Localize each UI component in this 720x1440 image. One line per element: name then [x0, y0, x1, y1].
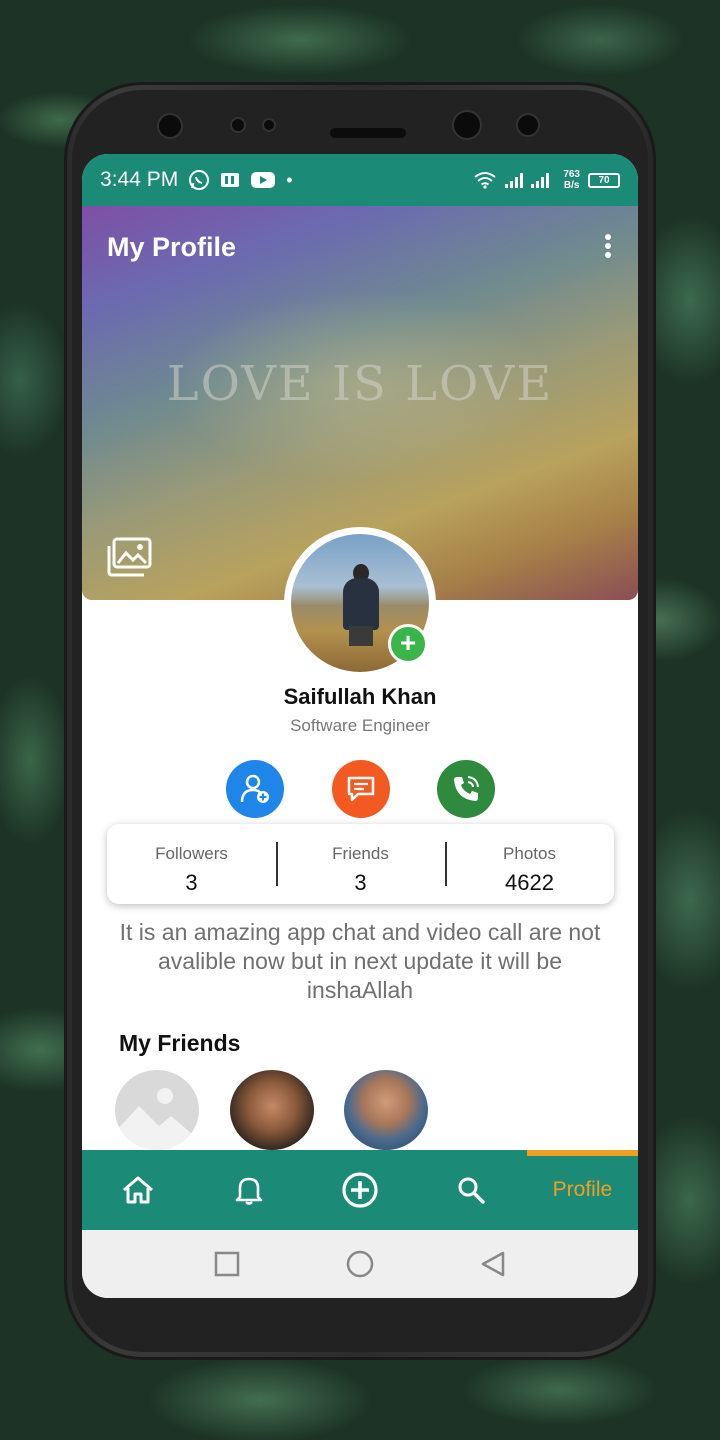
add-photo-button[interactable]: +	[388, 624, 428, 664]
change-cover-icon[interactable]	[106, 536, 154, 578]
stat-friends[interactable]: Friends 3	[276, 824, 445, 904]
stat-photos[interactable]: Photos 4622	[445, 824, 614, 904]
system-navigation-bar	[82, 1230, 638, 1298]
dot-icon: •	[286, 169, 293, 190]
profile-role: Software Engineer	[290, 716, 430, 735]
nav-add[interactable]	[304, 1150, 415, 1230]
page-title: My Profile	[107, 232, 237, 262]
front-sensor	[264, 120, 274, 130]
back-icon[interactable]	[480, 1250, 506, 1278]
bell-icon	[235, 1177, 263, 1205]
home-icon	[122, 1176, 153, 1204]
stat-value: 3	[354, 870, 367, 895]
app-screen: 3:44 PM • 763 B/s 70 My Profile LOVE IS …	[82, 154, 638, 1298]
network-speed: 763 B/s	[563, 169, 580, 191]
front-sensor	[232, 119, 244, 131]
profile-bio: It is an amazing app chat and video call…	[119, 919, 601, 1003]
earpiece-speaker	[330, 128, 406, 138]
home-circle-icon[interactable]	[345, 1249, 375, 1279]
nav-profile[interactable]: Profile	[526, 1150, 638, 1230]
phone-icon	[454, 776, 479, 801]
wifi-icon	[474, 172, 496, 189]
status-time: 3:44 PM	[100, 168, 179, 191]
cover-image-text: LOVE IS LOVE	[166, 356, 554, 412]
stat-label: Photos	[503, 844, 556, 863]
youtube-icon	[251, 172, 276, 188]
nav-profile-label: Profile	[552, 1178, 613, 1201]
chat-icon	[347, 776, 375, 802]
stat-label: Friends	[332, 844, 389, 863]
friend-avatar-placeholder[interactable]	[115, 1070, 199, 1150]
search-icon	[458, 1177, 485, 1204]
add-circle-icon	[342, 1172, 378, 1208]
network-speed-value: 763	[563, 169, 580, 180]
stats-card: Followers 3 Friends 3 Photos 4622	[107, 824, 614, 904]
signal-icon	[505, 173, 550, 188]
stat-value: 3	[185, 870, 198, 895]
friend-avatar[interactable]	[344, 1070, 428, 1150]
stat-label: Followers	[155, 844, 228, 863]
profile-name: Saifullah Khan	[283, 684, 437, 709]
add-user-icon	[240, 774, 269, 803]
front-sensor	[518, 115, 538, 135]
front-sensor	[159, 115, 181, 137]
recents-icon[interactable]	[214, 1251, 240, 1277]
nav-search[interactable]	[416, 1150, 527, 1230]
bottom-navigation: Profile	[82, 1150, 638, 1230]
friend-avatar[interactable]	[230, 1070, 314, 1150]
call-button[interactable]	[437, 760, 495, 818]
message-button[interactable]	[332, 760, 390, 818]
image-placeholder-icon	[115, 1088, 199, 1150]
network-speed-unit: B/s	[563, 180, 580, 191]
nav-home[interactable]	[82, 1150, 193, 1230]
status-bar: 3:44 PM • 763 B/s 70	[82, 154, 638, 206]
more-options-icon[interactable]	[604, 234, 612, 260]
app-icon	[221, 173, 240, 187]
whatsapp-icon	[189, 170, 210, 190]
add-friend-button[interactable]	[226, 760, 284, 818]
stat-followers[interactable]: Followers 3	[107, 824, 276, 904]
friends-section-title: My Friends	[119, 1030, 241, 1056]
front-camera	[454, 112, 480, 138]
battery-icon: 70	[588, 172, 620, 188]
stat-value: 4622	[505, 870, 554, 895]
nav-notifications[interactable]	[193, 1150, 304, 1230]
